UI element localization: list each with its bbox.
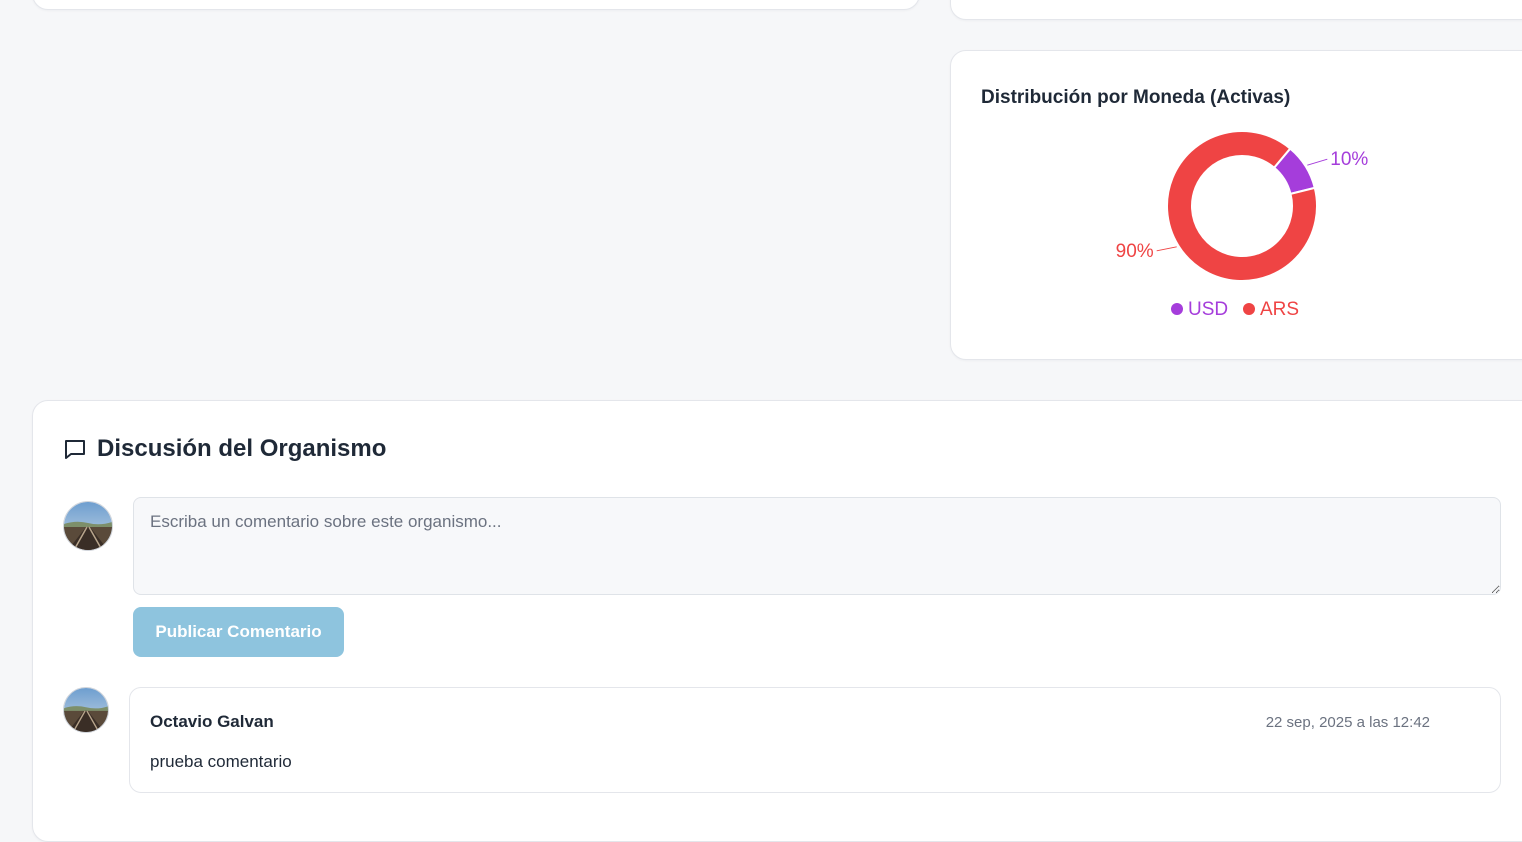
comment-author-avatar [63,687,109,733]
discussion-card: Discusión del Organismo Publicar Comenta… [32,400,1522,842]
legend-item-usd[interactable]: USD [1171,299,1228,320]
currency-donut-chart: 10% 90% USD ARS [1116,130,1368,320]
legend-label-usd: USD [1188,299,1228,320]
comment-input[interactable] [133,497,1501,595]
slice-label-ars: 90% [1116,241,1154,262]
slice-leader-line-usd [1307,158,1328,166]
legend-label-ars: ARS [1260,299,1299,320]
comment-item: Octavio Galvan 22 sep, 2025 a las 12:42 … [129,687,1501,793]
comment-timestamp: 22 sep, 2025 a las 12:42 [1265,714,1430,731]
slice-label-usd: 10% [1330,149,1368,170]
comment-text: prueba comentario [150,752,292,771]
message-square-icon [63,437,87,461]
slice-leader-line-ars [1156,246,1177,252]
currency-distribution-card: Distribución por Moneda (Activas) 10% 90%… [950,50,1522,360]
publish-comment-button[interactable]: Publicar Comentario [133,607,344,657]
top-left-card [32,0,920,10]
legend-item-ars[interactable]: ARS [1243,299,1299,320]
comment-author: Octavio Galvan [150,712,274,731]
user-avatar [63,501,113,551]
discussion-header: Discusión del Organismo [63,435,386,463]
discussion-title: Discusión del Organismo [97,435,387,462]
top-right-card [950,0,1522,20]
legend-marker-usd [1171,303,1183,315]
legend-marker-ars [1243,303,1255,315]
